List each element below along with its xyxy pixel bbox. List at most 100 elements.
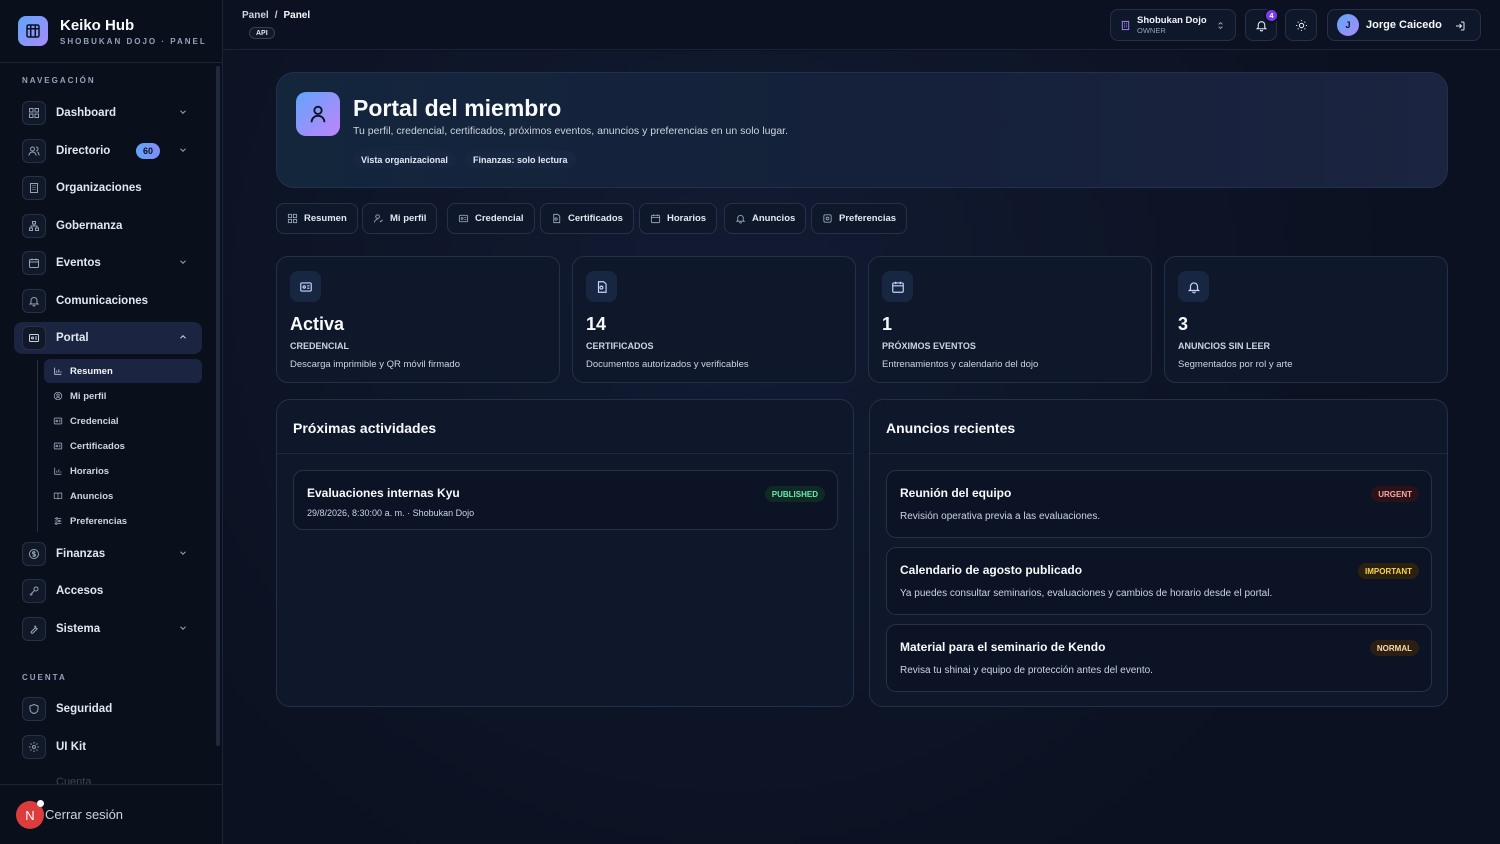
- breadcrumb-item[interactable]: Panel: [242, 10, 269, 21]
- submenu-item-credencial[interactable]: Credencial: [44, 409, 202, 433]
- sidebar-item-label: Eventos: [56, 257, 101, 269]
- sidebar-item-finanzas[interactable]: Finanzas: [14, 538, 202, 570]
- sidebar-item-label: Directorio: [56, 145, 111, 157]
- status-badge: PUBLISHED: [764, 486, 825, 502]
- file-badge-icon: [553, 213, 561, 224]
- sidebar-item-label: Finanzas: [56, 548, 106, 560]
- announcement-card[interactable]: Reunión del equipo Revisión operativa pr…: [886, 470, 1432, 538]
- network-icon: [22, 214, 46, 238]
- bell-icon: [22, 289, 46, 313]
- announcement-card[interactable]: Calendario de agosto publicado Ya puedes…: [886, 547, 1432, 615]
- stat-description: Descarga imprimible y QR móvil firmado: [290, 359, 460, 370]
- tab-credencial[interactable]: Credencial: [447, 203, 535, 234]
- submenu-item-label: Anuncios: [70, 490, 114, 502]
- tab-label: Mi perfil: [390, 213, 427, 224]
- tab-label: Credencial: [475, 213, 524, 224]
- tab-anuncios[interactable]: Anuncios: [724, 203, 807, 234]
- announcement-card[interactable]: Material para el seminario de Kendo Revi…: [886, 624, 1432, 692]
- submenu-item-label: Certificados: [70, 440, 125, 452]
- submenu-item-mi-perfil[interactable]: Mi perfil: [44, 384, 202, 408]
- submenu-item-anuncios[interactable]: Anuncios: [44, 484, 202, 508]
- stat-label: PRÓXIMOS EVENTOS: [882, 341, 976, 351]
- book-icon: [53, 492, 63, 500]
- theme-toggle-button[interactable]: [1285, 9, 1317, 41]
- tab-mi-perfil[interactable]: Mi perfil: [362, 203, 438, 234]
- org-switcher[interactable]: Shobukan Dojo OWNER: [1110, 9, 1236, 41]
- tab-label: Anuncios: [752, 213, 796, 224]
- chevron-down-icon[interactable]: [178, 107, 188, 117]
- submenu-guide-line: [37, 360, 38, 532]
- user-menu[interactable]: J Jorge Caicedo: [1327, 9, 1481, 41]
- submenu-item-preferencias[interactable]: Preferencias: [44, 509, 202, 533]
- stat-card-anuncios[interactable]: 3 ANUNCIOS SIN LEER Segmentados por rol …: [1164, 256, 1448, 383]
- user-icon: [296, 92, 340, 136]
- priority-badge: NORMAL: [1369, 640, 1419, 656]
- sidebar-item-accesos[interactable]: Accesos: [14, 575, 202, 607]
- submenu-item-label: Credencial: [70, 415, 119, 427]
- submenu-item-label: Mi perfil: [70, 390, 107, 402]
- tab-preferencias[interactable]: Preferencias: [811, 203, 908, 234]
- submenu-item-label: Preferencias: [70, 515, 128, 527]
- brand[interactable]: Keiko Hub SHOBUKAN DOJO · PANEL: [18, 16, 207, 46]
- breadcrumb-separator: /: [274, 10, 278, 21]
- chevron-up-icon[interactable]: [178, 332, 188, 342]
- tab-label: Resumen: [304, 213, 347, 224]
- org-role: OWNER: [1137, 25, 1166, 35]
- panel-divider: [870, 453, 1447, 454]
- announcement-description: Revisión operativa previa a las evaluaci…: [900, 511, 1101, 522]
- sidebar-item-seguridad[interactable]: Seguridad: [14, 693, 202, 725]
- chevron-down-icon[interactable]: [178, 145, 188, 155]
- submenu-item-resumen[interactable]: Resumen: [44, 359, 202, 383]
- stat-card-credencial[interactable]: Activa CREDENCIAL Descarga imprimible y …: [276, 256, 560, 383]
- sidebar-item-comunicaciones[interactable]: Comunicaciones: [14, 285, 202, 317]
- file-badge-icon: [586, 271, 617, 302]
- brand-logo-icon: [18, 16, 48, 46]
- panel-title: Próximas actividades: [293, 420, 437, 436]
- submenu-item-certificados[interactable]: Certificados: [44, 434, 202, 458]
- sun-icon: [1295, 19, 1307, 31]
- grid-icon: [22, 101, 46, 125]
- api-badge: API: [249, 27, 275, 39]
- brand-subtitle: SHOBUKAN DOJO · PANEL: [60, 36, 207, 46]
- bell-icon: [1178, 271, 1209, 302]
- tab-resumen[interactable]: Resumen: [276, 203, 358, 234]
- chevron-down-icon[interactable]: [178, 623, 188, 633]
- sidebar-item-label: Organizaciones: [56, 182, 142, 194]
- account-section-label: CUENTA: [22, 673, 67, 682]
- sidebar-item-eventos[interactable]: Eventos: [14, 247, 202, 279]
- sidebar-item-directorio[interactable]: Directorio 60: [14, 135, 202, 167]
- stat-label: ANUNCIOS SIN LEER: [1178, 341, 1271, 351]
- settings-icon: [823, 214, 832, 223]
- sidebar-item-organizaciones[interactable]: Organizaciones: [14, 172, 202, 204]
- bar-chart-icon: [54, 467, 62, 475]
- stat-card-eventos[interactable]: 1 PRÓXIMOS EVENTOS Entrenamientos y cale…: [868, 256, 1152, 383]
- tab-certificados[interactable]: Certificados: [540, 203, 634, 234]
- sidebar-scrollbar[interactable]: [216, 66, 220, 746]
- status-dot: [37, 800, 44, 807]
- tab-horarios[interactable]: Horarios: [639, 203, 718, 234]
- bell-icon: [735, 214, 746, 224]
- logout-icon[interactable]: [1454, 20, 1466, 32]
- tab-label: Horarios: [667, 213, 707, 224]
- user-name: Jorge Caicedo: [1366, 19, 1442, 31]
- sidebar-item-portal[interactable]: Portal: [14, 322, 202, 354]
- activity-card[interactable]: Evaluaciones internas Kyu 29/8/2026, 8:3…: [293, 470, 838, 530]
- id-card-icon: [53, 417, 63, 425]
- sidebar-item-sistema[interactable]: Sistema: [14, 613, 202, 645]
- chevron-down-icon[interactable]: [178, 257, 188, 267]
- calendar-icon: [882, 271, 913, 302]
- hero-banner: Portal del miembro Tu perfil, credencial…: [276, 72, 1448, 188]
- sidebar-item-gobernanza[interactable]: Gobernanza: [14, 210, 202, 242]
- id-card-icon: [458, 214, 469, 223]
- key-icon: [22, 579, 46, 603]
- logout-button[interactable]: Cerrar sesión: [45, 807, 123, 822]
- gear-icon: [22, 735, 46, 759]
- recent-announcements-panel: Anuncios recientes Reunión del equipo Re…: [869, 399, 1448, 707]
- sidebar-item-ui-kit[interactable]: UI Kit: [14, 731, 202, 763]
- sidebar-item-dashboard[interactable]: Dashboard: [14, 97, 202, 129]
- id-card-icon: [290, 271, 321, 302]
- chevron-down-icon[interactable]: [178, 548, 188, 558]
- stat-card-certificados[interactable]: 14 CERTIFICADOS Documentos autorizados y…: [572, 256, 856, 383]
- nav-section-label: NAVEGACIÓN: [22, 76, 96, 85]
- submenu-item-horarios[interactable]: Horarios: [44, 459, 202, 483]
